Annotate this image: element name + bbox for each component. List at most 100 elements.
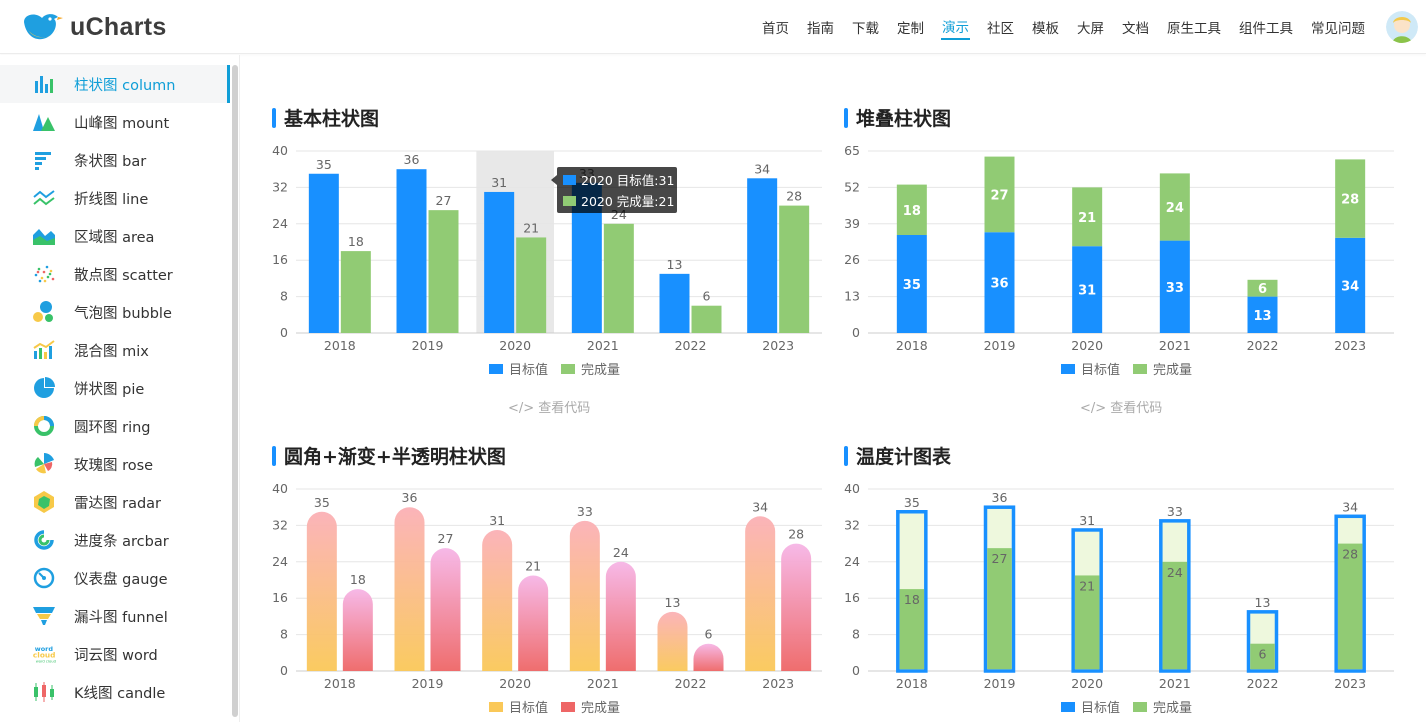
sidebar-item-7[interactable]: 混合图 mix (0, 331, 230, 369)
sidebar-item-14[interactable]: 漏斗图 funnel (0, 597, 230, 635)
sidebar-item-5[interactable]: 散点图 scatter (0, 255, 230, 293)
nav-item-4[interactable]: 演示 (941, 14, 970, 40)
data-label: 13 (667, 257, 683, 272)
data-label: 28 (788, 527, 804, 542)
sidebar-item-11[interactable]: 雷达图 radar (0, 483, 230, 521)
x-tick-label: 2020 (1071, 676, 1103, 691)
data-label: 24 (613, 545, 629, 560)
legend-swatch (561, 364, 575, 374)
bar (306, 511, 337, 671)
nav-item-0[interactable]: 首页 (761, 15, 790, 39)
sidebar-item-label: 气泡图 bubble (74, 305, 172, 322)
pie-chart-icon (32, 376, 56, 400)
data-label: 33 (1167, 504, 1183, 519)
legend-swatch (1061, 364, 1075, 374)
column-chart-icon (32, 72, 56, 96)
sidebar-item-16[interactable]: K线图 candle (0, 673, 230, 711)
ring-chart-icon (32, 414, 56, 438)
sidebar-item-label: 混合图 mix (74, 343, 149, 360)
sidebar-item-10[interactable]: 玫瑰图 rose (0, 445, 230, 483)
nav-item-1[interactable]: 指南 (806, 15, 835, 39)
chart-basic[interactable]: 0 8 16 24 32 40 2018 2019 2020 2021 2022 2023 35 18 36… (262, 140, 832, 385)
x-tick-label: 2018 (324, 338, 356, 353)
y-tick-label: 16 (844, 590, 860, 605)
nav-item-11[interactable]: 常见问题 (1310, 15, 1366, 39)
nav-item-10[interactable]: 组件工具 (1238, 15, 1294, 39)
data-label: 35 (314, 495, 330, 510)
sidebar: 柱状图 column 山峰图 mount 条状图 bar 折线图 line 区域图 ar… (0, 55, 240, 722)
data-label: 31 (1079, 513, 1095, 528)
data-label: 36 (990, 277, 1008, 292)
arcbar-chart-icon (32, 528, 56, 552)
sidebar-item-15[interactable]: word cloud word cloud 词云图 word (0, 635, 230, 673)
sidebar-item-3[interactable]: 折线图 line (0, 179, 230, 217)
data-label: 36 (992, 490, 1008, 505)
nav-item-3[interactable]: 定制 (896, 15, 925, 39)
view-code-link[interactable]: </> 查看代码 (508, 397, 590, 416)
nav-item-2[interactable]: 下载 (851, 15, 880, 39)
line-chart-icon (32, 186, 56, 210)
y-tick-label: 26 (844, 252, 860, 267)
sidebar-item-8[interactable]: 饼状图 pie (0, 369, 230, 407)
data-label: 6 (705, 627, 713, 642)
nav-item-8[interactable]: 文档 (1121, 15, 1150, 39)
sidebar-scrollbar[interactable] (232, 65, 238, 717)
sidebar-item-label: 条状图 bar (74, 153, 147, 170)
y-tick-label: 24 (844, 554, 860, 569)
view-code-link[interactable]: </> 查看代码 (1080, 397, 1162, 416)
data-label: 27 (990, 188, 1008, 203)
sidebar-item-13[interactable]: 仪表盘 gauge (0, 559, 230, 597)
data-label: 18 (350, 572, 366, 587)
mix-chart-icon (32, 338, 56, 362)
main-nav: 首页 指南 下载 定制 演示 社区 模板 大屏 文档 原生工具 组件工具 常见问题 (753, 0, 1426, 54)
x-tick-label: 2020 (499, 676, 531, 691)
area-chart-icon (32, 224, 56, 248)
sidebar-item-label: 折线图 line (74, 191, 149, 208)
data-label: 33 (577, 504, 593, 519)
tooltip: 2020 目标值:31 2020 完成量:21 (551, 167, 677, 213)
nav-item-7[interactable]: 大屏 (1076, 15, 1105, 39)
legend-label: 完成量 (1153, 363, 1192, 378)
bird-logo-icon (24, 14, 63, 40)
y-tick-label: 8 (280, 289, 288, 304)
tooltip-line: 2020 完成量:21 (581, 194, 674, 209)
sidebar-item-2[interactable]: 条状图 bar (0, 141, 230, 179)
data-label: 28 (1342, 547, 1358, 562)
nav-item-9[interactable]: 原生工具 (1166, 15, 1222, 39)
chart-stacked[interactable]: 0 13 26 39 52 65 2018 2019 2020 2021 2022 2023 35 18 3… (834, 140, 1404, 385)
y-tick-label: 0 (280, 663, 288, 678)
panel-title-text: 基本柱状图 (284, 108, 380, 130)
logo[interactable]: uCharts (20, 10, 167, 44)
nav-item-5[interactable]: 社区 (986, 15, 1015, 39)
data-label: 21 (523, 220, 539, 235)
data-label: 6 (703, 289, 711, 304)
panel-title-rounded: 圆角+渐变+半透明柱状图 (272, 442, 506, 469)
data-label: 35 (316, 157, 332, 172)
panel-title-thermo: 温度计图表 (844, 442, 951, 469)
data-label: 21 (1078, 211, 1096, 226)
data-label: 13 (665, 595, 681, 610)
sidebar-item-9[interactable]: 圆环图 ring (0, 407, 230, 445)
chart-rounded[interactable]: 0 8 16 24 32 40 2018 2019 2020 2021 2022 2023 35 18 36… (262, 478, 832, 722)
y-tick-label: 16 (272, 252, 288, 267)
user-avatar[interactable] (1386, 11, 1418, 43)
sidebar-item-1[interactable]: 山峰图 mount (0, 103, 230, 141)
x-tick-label: 2021 (1159, 338, 1191, 353)
data-label: 28 (786, 189, 802, 204)
x-tick-label: 2018 (896, 338, 928, 353)
panel-title-text: 堆叠柱状图 (856, 108, 952, 130)
nav-item-6[interactable]: 模板 (1031, 15, 1060, 39)
x-tick-label: 2019 (984, 676, 1016, 691)
sidebar-item-12[interactable]: 进度条 arcbar (0, 521, 230, 559)
sidebar-item-6[interactable]: 气泡图 bubble (0, 293, 230, 331)
x-tick-label: 2019 (412, 676, 444, 691)
legend-label: 完成量 (581, 701, 620, 716)
x-tick-label: 2022 (1247, 338, 1279, 353)
sidebar-item-0[interactable]: 柱状图 column (0, 65, 230, 103)
gauge-chart-icon (32, 566, 56, 590)
data-label: 31 (491, 175, 507, 190)
bar (605, 561, 636, 671)
chart-thermo[interactable]: 0 8 16 24 32 40 2018 2019 2020 2021 2022 2023 35 18 36… (834, 478, 1404, 722)
bar (657, 611, 688, 671)
sidebar-item-4[interactable]: 区域图 area (0, 217, 230, 255)
